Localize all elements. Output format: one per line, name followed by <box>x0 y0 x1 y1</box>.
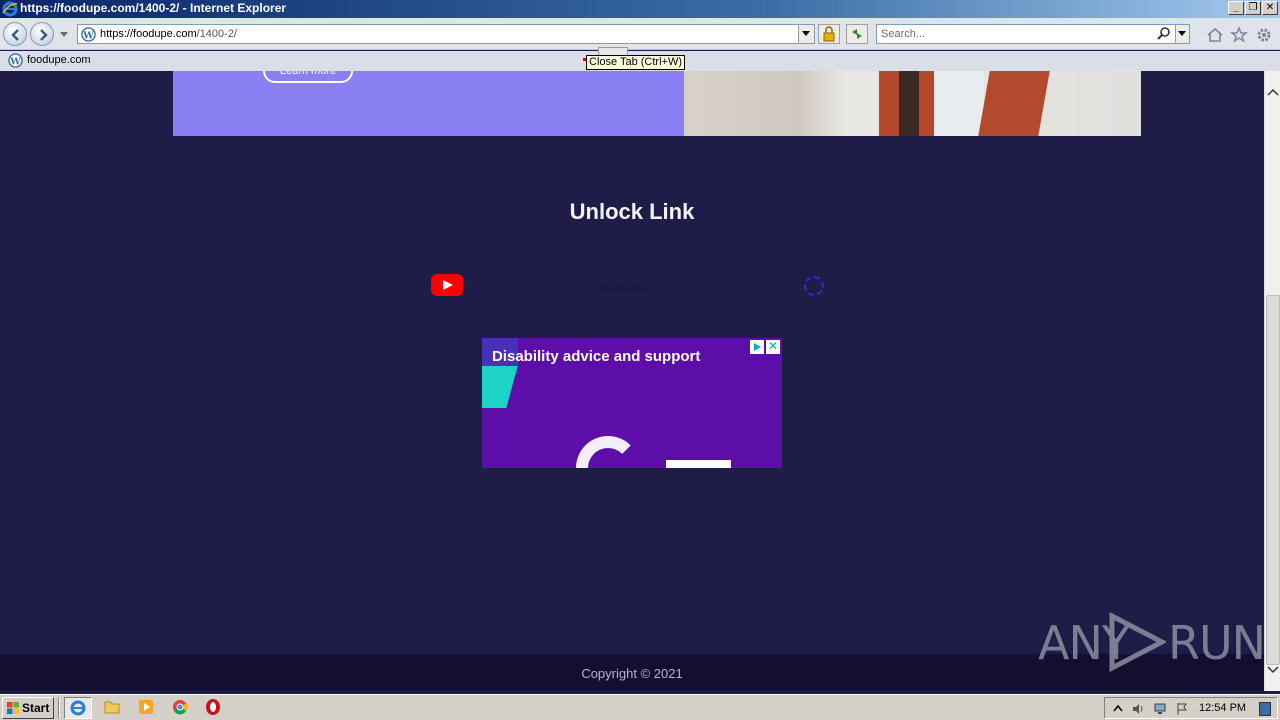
svg-text:W: W <box>9 56 21 67</box>
watermark-right-text: RUN <box>1168 616 1266 670</box>
wordpress-favicon-icon: W <box>8 53 23 68</box>
taskbar-opera[interactable] <box>200 697 228 719</box>
adchoices-icon[interactable] <box>750 340 764 354</box>
system-tray: 12:54 PM <box>1104 697 1278 719</box>
refresh-icon <box>852 29 862 39</box>
tab-foodupe[interactable]: W foodupe.com <box>0 51 600 71</box>
photo-detail <box>934 71 984 136</box>
folder-icon <box>104 701 120 714</box>
close-window-button[interactable]: ✕ <box>1262 1 1278 15</box>
ad-logo-mark <box>576 436 640 468</box>
scrollbar-thumb[interactable] <box>1266 295 1280 665</box>
vertical-scrollbar[interactable] <box>1264 71 1280 691</box>
page-viewport: Learn more Unlock Link Subscribe Disabil… <box>0 71 1264 691</box>
chevron-down-icon <box>802 31 810 36</box>
advertisement[interactable]: Disability advice and support ✕ <box>482 338 782 468</box>
address-field[interactable]: W https://foodupe.com/1400-2/ <box>77 24 815 44</box>
taskbar-explorer[interactable] <box>99 697 127 719</box>
start-label: Start <box>22 701 50 715</box>
photo-detail <box>978 71 1050 136</box>
url-path: /1400-2/ <box>196 28 237 40</box>
banner-purple-panel: Learn more <box>173 71 684 136</box>
chrome-icon <box>173 700 188 715</box>
refresh-button[interactable] <box>846 24 868 44</box>
window-titlebar: https://foodupe.com/1400-2/ - Internet E… <box>0 0 1280 18</box>
taskbar-separator <box>58 698 60 718</box>
forward-button[interactable] <box>30 22 54 46</box>
ad-accent-shape <box>482 366 518 408</box>
photo-detail <box>899 71 919 136</box>
tray-expand-icon[interactable] <box>1111 702 1125 716</box>
back-button[interactable] <box>3 22 27 46</box>
favorites-star-icon[interactable] <box>1230 26 1248 44</box>
taskbar-internet-explorer[interactable] <box>64 697 92 719</box>
url-text: https://foodupe.com/1400-2/ <box>100 28 237 40</box>
wordpress-favicon-icon: W <box>81 27 96 42</box>
network-icon[interactable] <box>1153 702 1167 716</box>
scroll-down-arrow-icon[interactable] <box>1265 663 1280 677</box>
gear-icon[interactable] <box>1255 26 1273 44</box>
ad-logo-bar <box>666 460 731 468</box>
play-logo-icon <box>1109 612 1166 672</box>
media-player-icon <box>139 700 153 714</box>
minimize-button[interactable]: _ <box>1228 1 1244 15</box>
history-dropdown-icon[interactable] <box>60 30 68 38</box>
internet-explorer-icon <box>2 1 18 17</box>
windows-logo-icon <box>7 702 19 714</box>
url-host: https://foodupe.com <box>100 28 197 40</box>
lock-icon <box>823 26 835 42</box>
subscribe-text[interactable]: Subscribe <box>596 279 649 293</box>
hero-banner: Learn more <box>173 71 1141 136</box>
taskbar-media-player[interactable] <box>133 697 161 719</box>
windows-taskbar: Start 12:54 PM <box>0 694 1280 720</box>
taskbar-chrome[interactable] <box>167 697 195 719</box>
close-tab-x-icon <box>583 58 586 61</box>
banner-photo <box>684 71 1141 136</box>
back-arrow-icon <box>11 29 19 41</box>
navigation-bar: W https://foodupe.com/1400-2/ Search... <box>0 18 1280 50</box>
restore-button[interactable]: ❐ <box>1245 1 1261 15</box>
security-lock-button[interactable] <box>818 24 840 44</box>
taskbar-clock[interactable]: 12:54 PM <box>1199 702 1246 714</box>
start-button[interactable]: Start <box>2 697 54 719</box>
scroll-up-arrow-icon[interactable] <box>1265 85 1280 99</box>
tab-label: foodupe.com <box>27 54 91 66</box>
search-icon[interactable] <box>1157 27 1171 41</box>
window-title: https://foodupe.com/1400-2/ - Internet E… <box>20 1 287 15</box>
unlock-link-heading: Unlock Link <box>569 199 695 224</box>
ad-headline[interactable]: Disability advice and support <box>492 348 700 365</box>
loading-spinner-icon <box>804 276 824 296</box>
youtube-icon[interactable] <box>431 274 463 296</box>
opera-icon <box>206 699 220 715</box>
address-dropdown-button[interactable] <box>798 25 814 43</box>
show-desktop-button[interactable] <box>1259 702 1271 716</box>
learn-more-button[interactable]: Learn more <box>263 71 353 83</box>
internet-explorer-icon <box>70 700 86 716</box>
close-tab-tooltip: Close Tab (Ctrl+W) <box>586 55 686 70</box>
volume-icon[interactable] <box>1131 702 1145 716</box>
search-field[interactable]: Search... <box>876 24 1190 44</box>
action-center-flag-icon[interactable] <box>1175 702 1189 716</box>
forward-arrow-icon <box>40 29 48 41</box>
svg-text:W: W <box>82 30 94 41</box>
chevron-down-icon <box>1178 31 1186 36</box>
search-dropdown-button[interactable] <box>1175 25 1189 43</box>
ad-close-button[interactable]: ✕ <box>766 340 780 354</box>
home-icon[interactable] <box>1206 26 1224 44</box>
search-placeholder: Search... <box>881 28 926 40</box>
